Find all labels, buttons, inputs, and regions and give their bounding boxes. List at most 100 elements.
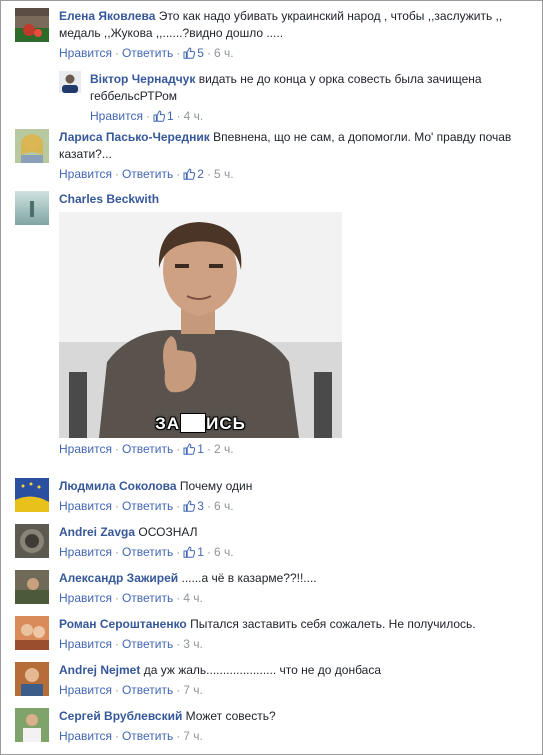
separator: · <box>176 442 181 456</box>
like-link[interactable]: Нравится <box>59 46 112 60</box>
like-link[interactable]: Нравится <box>59 167 112 181</box>
avatar[interactable] <box>15 191 49 225</box>
avatar[interactable] <box>15 129 49 163</box>
reply-link[interactable]: Ответить <box>122 729 173 743</box>
avatar[interactable] <box>15 708 49 742</box>
comment-actions: Нравится · Ответить · 7 ч. <box>59 728 538 745</box>
separator: · <box>176 46 181 60</box>
timestamp[interactable]: 7 ч. <box>183 683 203 697</box>
reply-link[interactable]: Ответить <box>122 499 173 513</box>
reply-link[interactable]: Ответить <box>122 167 173 181</box>
separator: · <box>206 167 211 181</box>
like-link[interactable]: Нравится <box>59 499 112 513</box>
like-count[interactable]: 1 <box>183 442 204 456</box>
comment-text: Может совесть? <box>185 709 276 723</box>
comment-author[interactable]: Andrei Zavga <box>59 525 135 539</box>
like-link[interactable]: Нравится <box>59 545 112 559</box>
like-count-value: 1 <box>166 109 174 123</box>
photo-caption: ЗА ИСЬ <box>59 414 342 432</box>
like-link[interactable]: Нравится <box>59 591 112 605</box>
comment-photo[interactable]: ЗА ИСЬ <box>59 212 342 438</box>
comment-author[interactable]: Лариса Пасько-Чередник <box>59 130 210 144</box>
avatar[interactable] <box>59 71 81 93</box>
thumbs-up-icon <box>183 546 196 558</box>
separator: · <box>114 683 119 697</box>
reply-link[interactable]: Ответить <box>122 545 173 559</box>
separator: · <box>114 729 119 743</box>
thumbs-up-icon <box>183 500 196 512</box>
comment-author[interactable]: Роман Сероштаненко <box>59 617 187 631</box>
comment-text: Почему один <box>179 479 253 493</box>
avatar[interactable] <box>15 524 49 558</box>
separator: · <box>176 591 181 605</box>
avatar[interactable] <box>15 616 49 650</box>
caption-censor-box <box>181 414 206 432</box>
like-count-value: 1 <box>197 442 204 456</box>
comment-actions: Нравится · Ответить · 3 · 6 ч. <box>59 498 538 515</box>
comment-author[interactable]: Віктор Чернадчук <box>90 72 195 86</box>
avatar[interactable] <box>15 478 49 512</box>
like-link[interactable]: Нравится <box>90 109 143 123</box>
separator: · <box>206 442 211 456</box>
like-link[interactable]: Нравится <box>59 683 112 697</box>
timestamp[interactable]: 7 ч. <box>183 729 203 743</box>
comment-actions: Нравится · Ответить · 1 · 2 ч. <box>59 441 538 458</box>
like-count[interactable]: 1 <box>153 109 174 123</box>
separator: · <box>114 46 119 60</box>
separator: · <box>176 729 181 743</box>
timestamp[interactable]: 6 ч. <box>214 545 234 559</box>
separator: · <box>114 167 119 181</box>
like-count-value: 5 <box>197 46 204 60</box>
separator: · <box>206 545 211 559</box>
comment-actions: Нравится · Ответить · 4 ч. <box>59 590 538 607</box>
separator: · <box>114 499 119 513</box>
like-link[interactable]: Нравится <box>59 729 112 743</box>
reply-link[interactable]: Ответить <box>122 683 173 697</box>
timestamp[interactable]: 3 ч. <box>183 637 203 651</box>
separator: · <box>176 545 181 559</box>
avatar[interactable] <box>15 570 49 604</box>
separator: · <box>176 499 181 513</box>
comment-actions: Нравится · Ответить · 7 ч. <box>59 682 538 699</box>
caption-right: ИСЬ <box>206 414 246 433</box>
timestamp[interactable]: 4 ч. <box>183 591 203 605</box>
separator: · <box>114 442 119 456</box>
timestamp[interactable]: 6 ч. <box>214 499 234 513</box>
reply-link[interactable]: Ответить <box>122 591 173 605</box>
reply-link[interactable]: Ответить <box>122 442 173 456</box>
comment-author[interactable]: Andrej Nejmet <box>59 663 140 677</box>
like-count-value: 3 <box>197 499 204 513</box>
comment-author[interactable]: Александр Зажирей <box>59 571 178 585</box>
like-count[interactable]: 5 <box>183 46 204 60</box>
comment-actions: Нравится · 1 · 4 ч. <box>90 108 538 125</box>
comment-author[interactable]: Елена Яковлева <box>59 9 155 23</box>
separator: · <box>176 683 181 697</box>
timestamp[interactable]: 5 ч. <box>214 167 234 181</box>
like-link[interactable]: Нравится <box>59 637 112 651</box>
like-count[interactable]: 2 <box>183 167 204 181</box>
photo-image <box>59 212 342 438</box>
timestamp[interactable]: 6 ч. <box>214 46 234 60</box>
comment-author[interactable]: Charles Beckwith <box>59 192 159 206</box>
comment-author[interactable]: Людмила Соколова <box>59 479 177 493</box>
timestamp[interactable]: 2 ч. <box>214 442 234 456</box>
separator: · <box>114 637 119 651</box>
separator: · <box>114 591 119 605</box>
avatar[interactable] <box>15 662 49 696</box>
like-count[interactable]: 3 <box>183 499 204 513</box>
timestamp[interactable]: 4 ч. <box>184 109 204 123</box>
reply-link[interactable]: Ответить <box>122 46 173 60</box>
separator: · <box>206 499 211 513</box>
like-count[interactable]: 1 <box>183 545 204 559</box>
comment-actions: Нравится · Ответить · 1 · 6 ч. <box>59 544 538 561</box>
reply-link[interactable]: Ответить <box>122 637 173 651</box>
comment-text: ОСОЗНАЛ <box>138 525 198 539</box>
like-link[interactable]: Нравится <box>59 442 112 456</box>
thumbs-up-icon <box>153 110 165 122</box>
caption-left: ЗА <box>155 414 181 433</box>
avatar[interactable] <box>15 8 49 42</box>
comment-actions: Нравится · Ответить · 2 · 5 ч. <box>59 166 538 183</box>
comment-author[interactable]: Сергей Врублевский <box>59 709 182 723</box>
comment-text: да уж жаль..................... что не д… <box>143 663 382 677</box>
separator: · <box>206 46 211 60</box>
